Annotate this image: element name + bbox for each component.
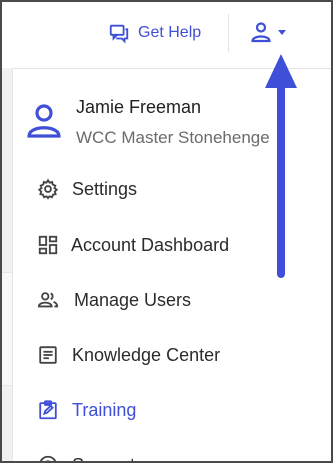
user-icon <box>251 22 271 43</box>
menu-item-label: Training <box>72 399 137 420</box>
gear-icon <box>37 178 59 200</box>
user-name: Jamie Freeman <box>76 97 202 117</box>
dashboard-icon <box>38 235 58 255</box>
top-bar: Get Help <box>2 2 331 69</box>
menu-item-training[interactable]: Training <box>37 395 136 425</box>
menu-item-label: Settings <box>72 178 138 199</box>
support-icon <box>39 455 57 461</box>
users-icon <box>37 292 59 308</box>
organization-name: WCC Master Stonehenge <box>76 128 270 147</box>
avatar-icon <box>27 104 61 138</box>
user-menu-button[interactable] <box>249 19 293 45</box>
menu-item-label: Manage Users <box>74 289 192 310</box>
background-panel <box>2 272 12 386</box>
menu-item-label: Knowledge Center <box>72 344 221 365</box>
user-dropdown-menu: Jamie Freeman WCC Master Stonehenge Sett… <box>13 69 331 461</box>
menu-item-label: Account Dashboard <box>71 234 230 255</box>
app-window: Get Help Jamie Freeman WCC Master Stoneh… <box>0 0 333 463</box>
divider <box>228 14 229 52</box>
training-icon <box>39 400 57 420</box>
menu-item-knowledge-center[interactable]: Knowledge Center <box>37 340 220 370</box>
menu-item-support[interactable]: Support <box>37 450 135 462</box>
menu-item-settings[interactable]: Settings <box>37 174 137 204</box>
menu-item-label: Support <box>72 455 135 462</box>
chevron-down-icon <box>278 30 286 35</box>
profile-header: Jamie Freeman WCC Master Stonehenge <box>25 97 325 157</box>
get-help-button[interactable]: Get Help <box>108 19 201 47</box>
chat-help-icon <box>109 24 129 44</box>
menu-item-manage-users[interactable]: Manage Users <box>37 285 191 315</box>
get-help-label: Get Help <box>138 24 202 41</box>
menu-item-account-dashboard[interactable]: Account Dashboard <box>37 230 229 260</box>
background-page <box>2 68 13 461</box>
article-icon <box>39 346 57 364</box>
